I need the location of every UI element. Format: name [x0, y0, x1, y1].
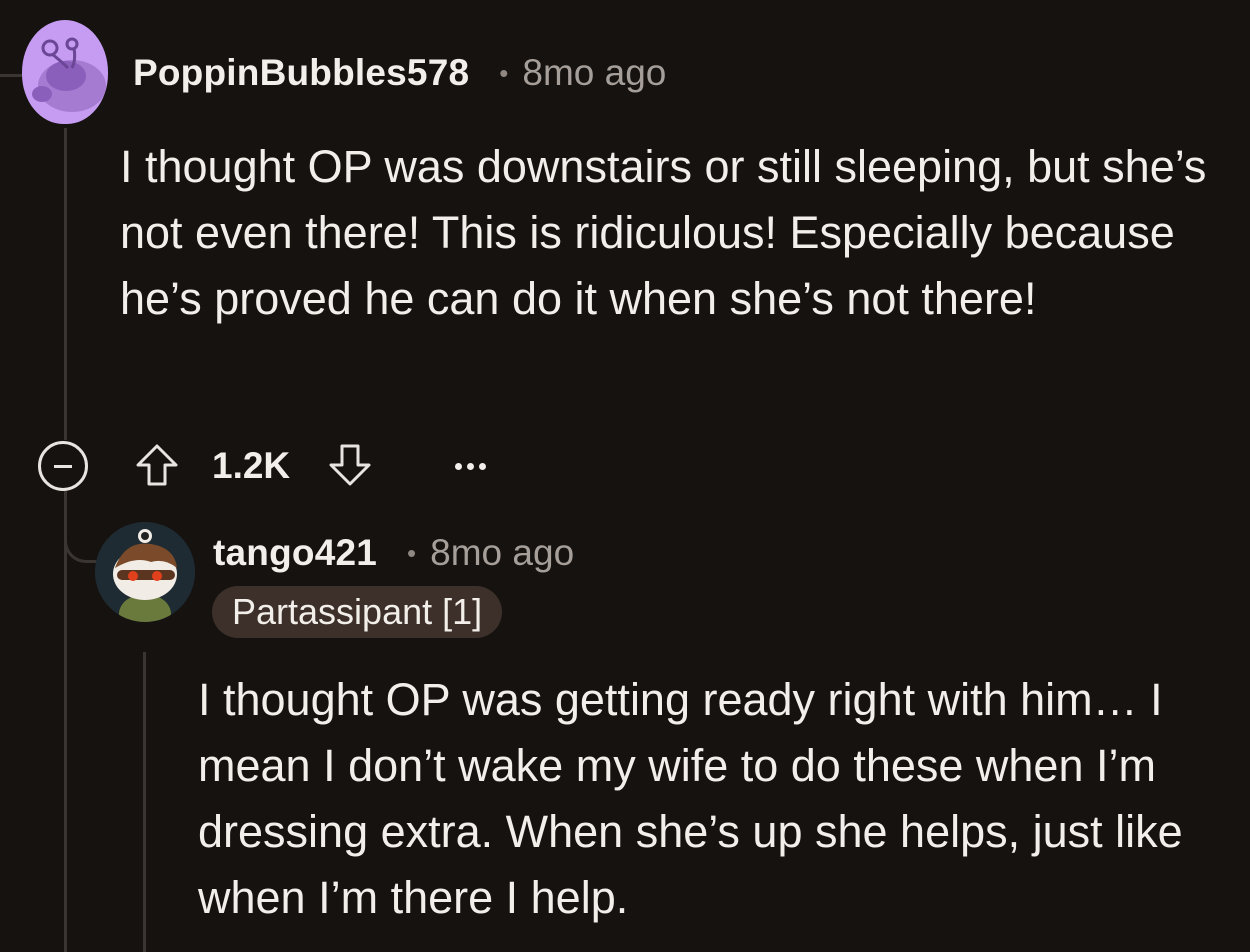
snoo-avatar-icon [95, 522, 195, 622]
separator-dot: • [499, 57, 509, 88]
more-dot [478, 462, 486, 470]
reply-timestamp[interactable]: 8mo ago [430, 532, 574, 574]
more-dot [466, 462, 474, 470]
snoo-avatar-icon [32, 37, 106, 112]
comment-body: I thought OP was downstairs or still sle… [120, 141, 1207, 324]
reply-body: I thought OP was getting ready right wit… [198, 674, 1183, 923]
thread-line[interactable] [64, 490, 67, 952]
thread-line[interactable] [64, 128, 67, 440]
collapse-minus-icon [54, 464, 72, 468]
comment-header: PoppinBubbles578 • 8mo ago [133, 50, 666, 96]
timestamp[interactable]: 8mo ago [522, 52, 666, 94]
downvote-arrow-icon[interactable] [325, 440, 375, 490]
avatar[interactable] [22, 20, 108, 124]
collapse-button[interactable] [38, 441, 88, 491]
reply-thread-line[interactable] [143, 652, 146, 952]
reply-header: tango421 • 8mo ago [213, 530, 574, 576]
user-flair: Partassipant [1] [212, 586, 503, 638]
reply-connector [64, 520, 101, 563]
more-dot [454, 462, 462, 470]
reply-username[interactable]: tango421 [213, 532, 377, 574]
username[interactable]: PoppinBubbles578 [133, 52, 469, 94]
vote-score: 1.2K [212, 445, 291, 486]
reply-avatar[interactable] [95, 522, 195, 622]
comment-thread: PoppinBubbles578 • 8mo ago I thought OP … [0, 0, 1250, 952]
more-options-icon[interactable] [448, 444, 492, 488]
separator-dot: • [407, 537, 417, 568]
upvote-arrow-icon[interactable] [132, 440, 182, 490]
